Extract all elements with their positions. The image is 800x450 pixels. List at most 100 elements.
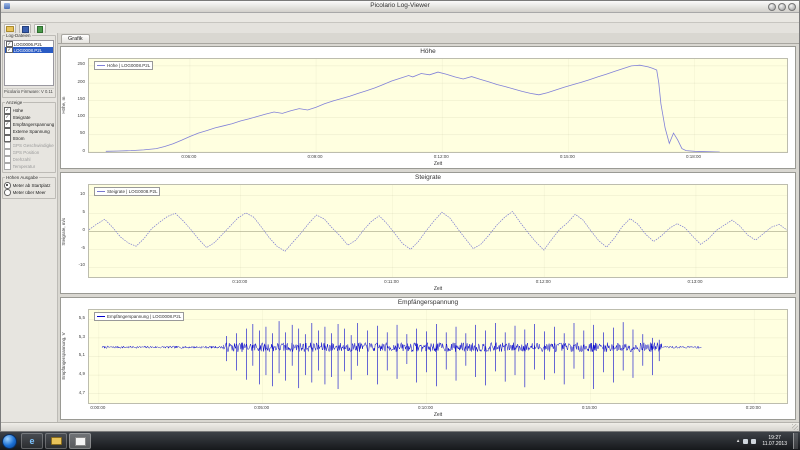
- chart-title: Empfängerspannung: [61, 299, 795, 306]
- taskbar-app-explorer[interactable]: [45, 433, 67, 449]
- tray-volume-icon[interactable]: [751, 439, 756, 444]
- display-option-checkbox[interactable]: Empfängerspannung: [4, 121, 54, 128]
- altitude-output-label: Meter ab Startplatz: [13, 183, 51, 188]
- y-tick-label: -10: [78, 263, 85, 268]
- display-option-label: Drehzahl: [13, 157, 31, 162]
- x-axis-label: Zeit: [88, 161, 788, 167]
- log-files-group-title: Log-Dateien: [5, 33, 32, 38]
- chart-title: Steigrate: [61, 174, 795, 181]
- checkbox-icon[interactable]: [4, 149, 11, 156]
- display-option-label: Strom: [13, 136, 25, 141]
- checkbox-icon[interactable]: [4, 163, 11, 170]
- checkbox-icon[interactable]: [4, 107, 11, 114]
- y-tick-label: 0: [82, 149, 85, 154]
- display-option-checkbox[interactable]: Strom: [4, 135, 54, 142]
- display-options-list: Höhe Steigrate Empfängerspannung Externe…: [4, 107, 54, 170]
- plot-area-climb-rate[interactable]: Steigrate | LOG0008.P2L: [88, 184, 788, 279]
- plot-area-altitude[interactable]: Höhe | LOG0008.P2L: [88, 58, 788, 153]
- tray-network-icon[interactable]: [743, 439, 748, 444]
- save-disk-icon: [22, 26, 29, 33]
- display-option-checkbox[interactable]: Externe Spannung: [4, 128, 54, 135]
- legend: Steigrate | LOG0008.P2L: [94, 187, 160, 196]
- y-tick-label: 150: [77, 97, 85, 102]
- x-axis: 0:00:000:05:000:10:000:15:000:20:00: [88, 405, 788, 411]
- display-option-checkbox: GPS Geschwindigkeit: [4, 142, 54, 149]
- checkbox-icon[interactable]: [4, 142, 11, 149]
- display-option-label: Höhe: [13, 108, 24, 113]
- altitude-output-label: Meter über Meer: [13, 190, 46, 195]
- checkbox-icon[interactable]: [4, 121, 11, 128]
- title-bar[interactable]: Picolario Log-Viewer: [1, 1, 799, 13]
- x-axis: 0:10:000:11:000:12:000:13:00: [88, 279, 788, 285]
- radio-icon[interactable]: [4, 182, 11, 189]
- taskbar-clock[interactable]: 19:27 11.07.2013: [759, 435, 790, 447]
- y-axis-label: Empfängerspannung, V: [61, 309, 68, 404]
- resize-grip[interactable]: [792, 424, 798, 430]
- checkbox-icon[interactable]: [6, 47, 13, 54]
- maximize-button[interactable]: [778, 3, 786, 11]
- y-axis-label: Höhe, m: [61, 58, 68, 153]
- legend: Höhe | LOG0008.P2L: [94, 61, 153, 70]
- x-tick-label: 0:11:00: [384, 279, 399, 284]
- window-title: Picolario Log-Viewer: [1, 2, 799, 9]
- app-window: Picolario Log-Viewer Log-Dateien: [0, 0, 800, 432]
- open-folder-icon: [6, 26, 14, 32]
- altitude-output-group: Höhen Ausgabe Meter ab Startplatz Meter …: [2, 177, 56, 199]
- checkbox-icon[interactable]: [4, 135, 11, 142]
- checkbox-icon[interactable]: [4, 114, 11, 121]
- x-tick-label: 0:15:00: [560, 154, 575, 159]
- tab-bar: Grafik: [58, 33, 799, 44]
- checkbox-icon[interactable]: [4, 156, 11, 163]
- y-tick-label: 5: [82, 210, 85, 215]
- x-tick-label: 0:20:00: [746, 405, 761, 410]
- y-tick-label: 200: [77, 80, 85, 85]
- x-tick-label: 0:06:00: [181, 154, 196, 159]
- y-tick-label: -5: [81, 246, 85, 251]
- tray-up-arrow-icon[interactable]: ▲: [736, 439, 740, 444]
- altitude-output-radio[interactable]: Meter über Meer: [4, 189, 54, 196]
- menu-bar: [1, 13, 799, 23]
- plot-area-receiver-voltage[interactable]: Empfängerspannung | LOG0008.P2L: [88, 309, 788, 404]
- memory-card-icon: [37, 26, 43, 33]
- display-option-checkbox[interactable]: Höhe: [4, 107, 54, 114]
- legend-label: Empfängerspannung | LOG0008.P2L: [107, 314, 181, 319]
- display-options-group-title: Anzeige: [5, 100, 23, 105]
- taskbar-app-browser[interactable]: e: [21, 433, 43, 449]
- checkbox-icon[interactable]: [4, 128, 11, 135]
- chart-panel-altitude: Höhe Höhe, m 050100150200250 Höhe | LOG0…: [60, 46, 796, 169]
- show-desktop-button[interactable]: [793, 433, 798, 449]
- altitude-output-list: Meter ab Startplatz Meter über Meer: [4, 182, 54, 196]
- x-tick-label: 0:05:00: [254, 405, 269, 410]
- x-tick-label: 0:13:00: [687, 279, 702, 284]
- display-option-checkbox: Temperatur: [4, 163, 54, 170]
- display-option-label: Externe Spannung: [13, 129, 50, 134]
- folder-icon: [51, 437, 62, 445]
- x-tick-label: 0:00:00: [90, 405, 105, 410]
- altitude-output-radio[interactable]: Meter ab Startplatz: [4, 182, 54, 189]
- chart-panel-receiver-voltage: Empfängerspannung Empfängerspannung, V 4…: [60, 297, 796, 420]
- radio-icon[interactable]: [4, 189, 11, 196]
- browser-icon: e: [29, 437, 34, 446]
- log-file-list[interactable]: LOG0006.P2L LOG0008.P2L: [4, 40, 54, 86]
- y-tick-label: 4,9: [79, 372, 85, 377]
- x-axis-label: Zeit: [88, 412, 788, 418]
- log-viewer-icon: [75, 437, 86, 446]
- sidebar: Log-Dateien LOG0006.P2L LOG0008.P2L Pico…: [1, 33, 58, 423]
- log-file-item[interactable]: LOG0008.P2L: [5, 47, 53, 53]
- x-axis: 0:06:000:09:000:12:000:15:000:18:00: [88, 154, 788, 160]
- display-option-label: Steigrate: [13, 115, 31, 120]
- log-file-name: LOG0008.P2L: [14, 48, 43, 53]
- display-option-checkbox[interactable]: Steigrate: [4, 114, 54, 121]
- legend-line-icon: [97, 191, 105, 192]
- legend: Empfängerspannung | LOG0008.P2L: [94, 312, 184, 321]
- altitude-output-group-title: Höhen Ausgabe: [5, 175, 39, 180]
- taskbar-app-log-viewer[interactable]: [69, 433, 91, 449]
- legend-line-icon: [97, 65, 105, 66]
- tab-grafik[interactable]: Grafik: [61, 34, 90, 43]
- x-tick-label: 0:18:00: [686, 154, 701, 159]
- display-option-label: Empfängerspannung: [13, 122, 55, 127]
- close-button[interactable]: [788, 3, 796, 11]
- start-button[interactable]: [2, 434, 17, 449]
- legend-label: Steigrate | LOG0008.P2L: [107, 189, 157, 194]
- minimize-button[interactable]: [768, 3, 776, 11]
